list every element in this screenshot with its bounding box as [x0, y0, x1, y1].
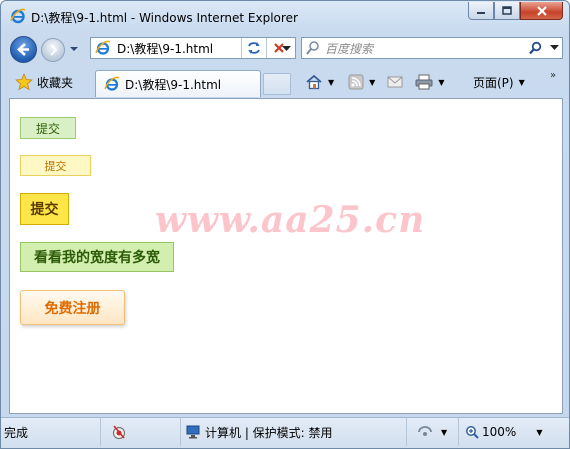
maximize-button[interactable]	[494, 2, 520, 20]
home-icon	[306, 74, 322, 90]
chevron-more-icon[interactable]: »	[550, 70, 556, 81]
submit-button-green[interactable]: 提交	[20, 117, 76, 139]
ie-page-icon	[104, 76, 120, 91]
ie-page-icon	[95, 40, 111, 55]
mail-icon	[387, 76, 403, 88]
security-zone-text: 计算机 | 保护模式: 禁用	[205, 425, 333, 440]
security-zone-cell[interactable]: 计算机 | 保护模式: 禁用	[181, 418, 407, 446]
search-options-dropdown-icon[interactable]	[546, 45, 562, 51]
search-bar[interactable]: 百度搜索	[301, 37, 563, 59]
minimize-icon	[477, 11, 485, 14]
zoom-level: 100%	[482, 425, 517, 439]
zoom-dropdown-icon[interactable]: ▼	[536, 428, 542, 437]
star-icon	[15, 73, 33, 91]
address-actions	[241, 38, 291, 58]
browser-window: D:\教程\9-1.html - Windows Internet Explor…	[0, 0, 570, 449]
feeds-dropdown-icon[interactable]: ▼	[369, 78, 375, 87]
home-button[interactable]: ▼	[305, 74, 334, 90]
command-icons: ▼ ▼ ▼	[305, 72, 452, 92]
maximize-icon	[502, 6, 512, 15]
popup-blocker-icon[interactable]	[417, 425, 433, 439]
tab-label: D:\教程\9-1.html	[125, 77, 222, 92]
ie-logo-icon	[10, 8, 26, 24]
home-dropdown-icon[interactable]: ▼	[328, 78, 334, 87]
stop-button[interactable]	[267, 38, 291, 58]
zoom-icon	[466, 426, 479, 439]
search-icon	[529, 41, 542, 55]
printer-icon	[415, 74, 433, 90]
forward-button[interactable]	[41, 38, 65, 62]
page-menu[interactable]: 页面(P) ▼	[473, 72, 525, 92]
navigation-bar: D:\教程\9-1.html 百度搜索	[1, 31, 569, 67]
status-actions-cell: ▼	[407, 418, 459, 446]
arrow-left-icon	[17, 43, 29, 56]
refresh-icon	[248, 42, 260, 54]
arrow-right-icon	[50, 44, 58, 56]
print-dropdown-icon[interactable]: ▼	[438, 78, 444, 87]
window-title: D:\教程\9-1.html - Windows Internet Explor…	[31, 11, 298, 25]
print-button[interactable]: ▼	[415, 74, 444, 90]
page-content: www.aa25.cn 提交 提交 提交 看看我的宽度有多宽 免费注册	[9, 98, 563, 414]
page-menu-label: 页面(P)	[473, 75, 514, 90]
search-button[interactable]	[524, 41, 546, 55]
computer-icon	[186, 425, 200, 439]
width-demo-button[interactable]: 看看我的宽度有多宽	[20, 242, 174, 272]
favorites-label: 收藏夹	[37, 75, 74, 90]
favorites-button[interactable]: 收藏夹	[15, 72, 73, 92]
status-bar: 完成 计算机 | 保护模式: 禁用 ▼ 100% ▼	[1, 417, 569, 448]
search-input[interactable]: 百度搜索	[325, 40, 524, 57]
title-bar: D:\教程\9-1.html - Windows Internet Explor…	[1, 1, 569, 31]
search-provider-icon	[306, 41, 319, 55]
close-button[interactable]	[520, 2, 563, 20]
command-bar: 收藏夹 D:\教程\9-1.html ▼ ▼ ▼ 页面(P) ▼ »	[1, 67, 569, 97]
minimize-button[interactable]	[468, 2, 494, 20]
new-tab-button[interactable]	[263, 73, 291, 95]
submit-button-yellow[interactable]: 提交	[20, 193, 69, 225]
stop-x-icon	[274, 43, 284, 53]
tab-active[interactable]: D:\教程\9-1.html	[95, 70, 261, 97]
status-icon-cell	[101, 418, 181, 446]
submit-button-light-yellow[interactable]: 提交	[20, 155, 91, 176]
status-text: 完成	[4, 425, 29, 440]
privacy-report-icon[interactable]	[111, 424, 127, 440]
zoom-cell[interactable]: 100% ▼	[459, 418, 567, 446]
caption-buttons	[468, 2, 563, 20]
free-register-button[interactable]: 免费注册	[20, 290, 125, 325]
recent-pages-dropdown-icon[interactable]	[69, 45, 79, 53]
back-button[interactable]	[10, 36, 37, 63]
feeds-button[interactable]: ▼	[348, 74, 375, 90]
close-icon	[536, 5, 547, 16]
refresh-button[interactable]	[242, 38, 266, 58]
read-mail-button[interactable]	[387, 75, 403, 89]
page-menu-dropdown-icon: ▼	[518, 77, 525, 87]
status-text-cell: 完成	[1, 418, 101, 446]
watermark: www.aa25.cn	[155, 199, 426, 241]
popup-dropdown-icon[interactable]: ▼	[441, 428, 447, 437]
rss-feed-icon	[348, 74, 364, 90]
